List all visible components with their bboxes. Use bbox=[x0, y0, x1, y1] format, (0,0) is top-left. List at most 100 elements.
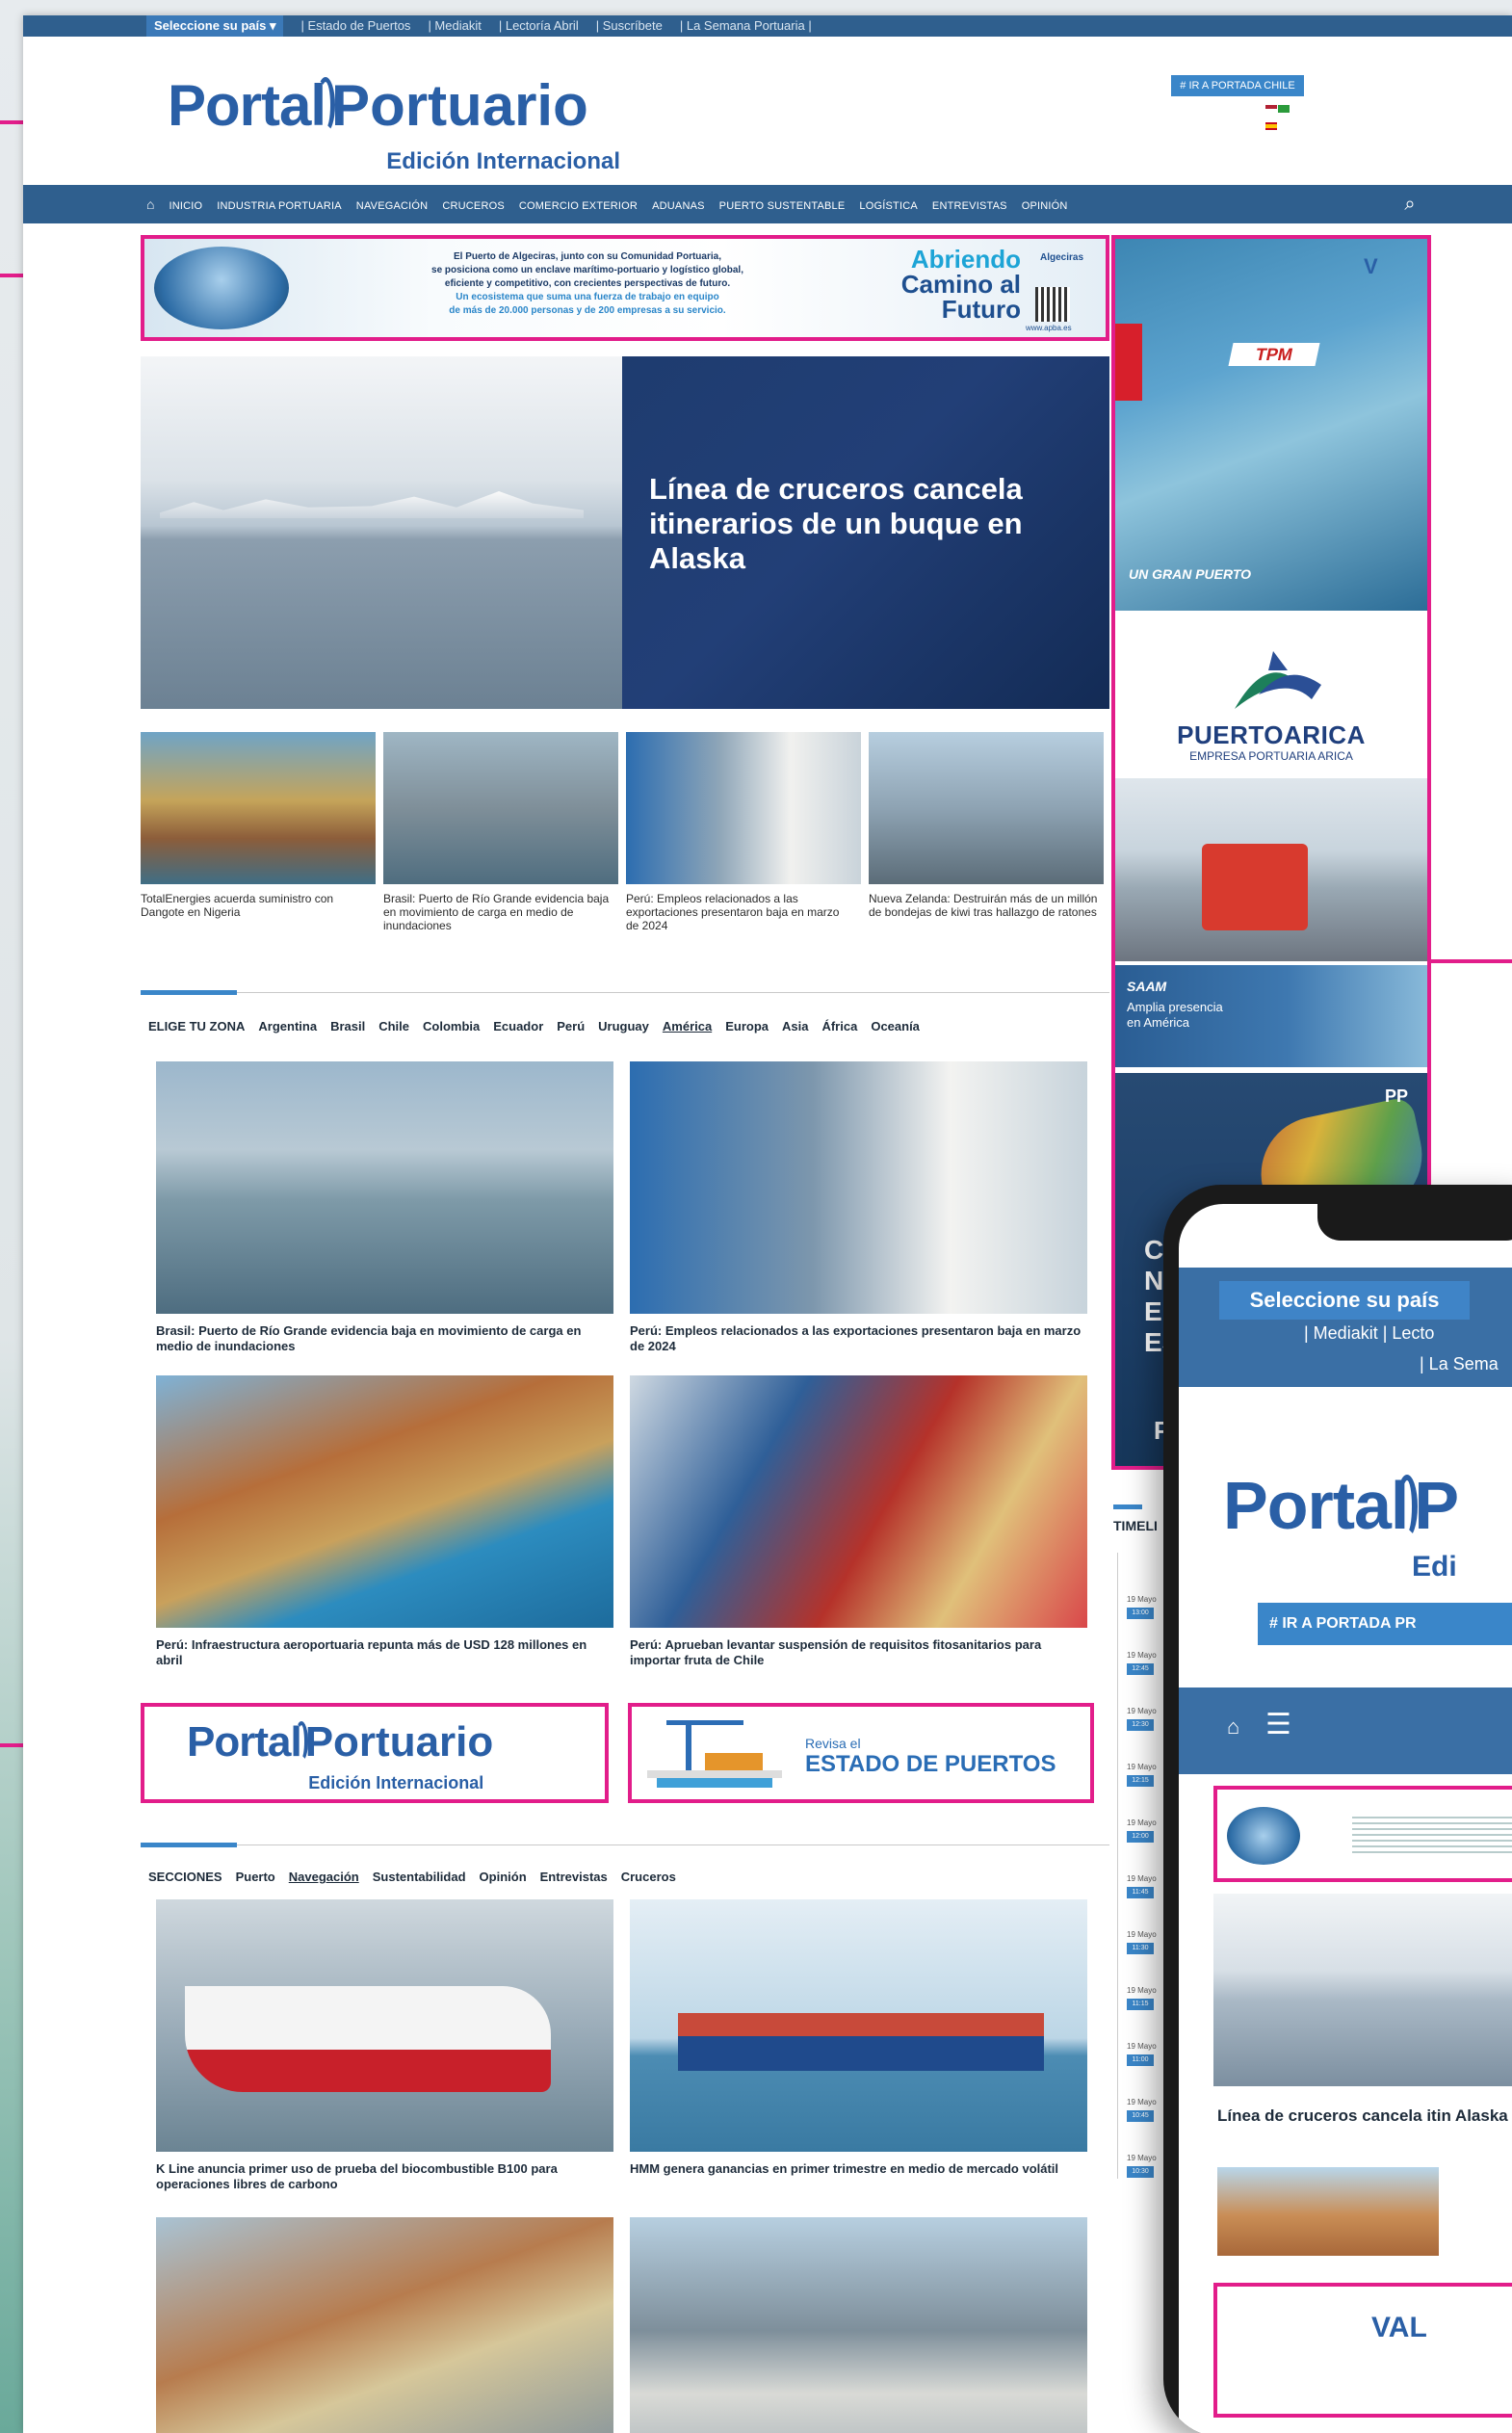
section-article[interactable]: K Line anuncia primer uso de prueba del … bbox=[156, 1899, 613, 2192]
zone-article[interactable]: Perú: Empleos relacionados a las exporta… bbox=[630, 1061, 1087, 1354]
flag-us-icon[interactable] bbox=[1265, 105, 1277, 113]
country-select[interactable]: Seleccione su país ▾ bbox=[146, 15, 284, 37]
nav-puerto-sustentable[interactable]: PUERTO SUSTENTABLE bbox=[719, 200, 846, 212]
tpm-ad[interactable]: TPM V UN GRAN PUERTO bbox=[1115, 239, 1427, 611]
toplink-suscribete[interactable]: | Suscríbete bbox=[596, 18, 663, 33]
nav-cruceros[interactable]: CRUCEROS bbox=[442, 200, 505, 212]
section-tab[interactable]: Entrevistas bbox=[540, 1870, 608, 1884]
phone-bottom-ad[interactable]: VAL bbox=[1213, 2283, 1512, 2418]
zone-tab[interactable]: Chile bbox=[378, 1019, 409, 1033]
top-banner-ad[interactable]: El Puerto de Algeciras, junto con su Com… bbox=[141, 235, 1109, 341]
nav-opinion[interactable]: OPINIÓN bbox=[1022, 200, 1068, 212]
zone-tab[interactable]: Colombia bbox=[423, 1019, 480, 1033]
section-tab[interactable]: Cruceros bbox=[621, 1870, 676, 1884]
phone-screen: Seleccione su país | Mediakit | Lecto | … bbox=[1179, 1204, 1512, 2433]
nav-entrevistas[interactable]: ENTREVISTAS bbox=[932, 200, 1007, 212]
section-tab[interactable]: Puerto bbox=[236, 1870, 275, 1884]
nav-aduanas[interactable]: ADUANAS bbox=[652, 200, 705, 212]
section-tab-active[interactable]: Navegación bbox=[289, 1870, 359, 1884]
thumb-image bbox=[626, 732, 861, 884]
zone-tab[interactable]: Perú bbox=[557, 1019, 585, 1033]
zone-tabs: ELIGE TU ZONA Argentina Brasil Chile Colombi… bbox=[148, 1019, 933, 1033]
phone-thumb-image[interactable] bbox=[1217, 2167, 1439, 2256]
timeline-item[interactable]: 19 Mayo 13:00 bbox=[1127, 1595, 1165, 1619]
thumb-article[interactable]: Brasil: Puerto de Río Grande evidencia b… bbox=[383, 732, 618, 932]
section-tab[interactable]: Opinión bbox=[480, 1870, 527, 1884]
timeline-item[interactable]: 19 Mayo 12:30 bbox=[1127, 1707, 1165, 1731]
site-logo[interactable]: Portal Portuario Edición Internacional bbox=[168, 75, 649, 181]
zone-tab[interactable]: África bbox=[821, 1019, 857, 1033]
article-caption: HMM genera ganancias en primer trimestre… bbox=[630, 2161, 1059, 2176]
timeline-item[interactable]: 19 Mayo 10:30 bbox=[1127, 2154, 1165, 2178]
estado-puertos-ad[interactable]: Revisa el ESTADO DE PUERTOS bbox=[628, 1703, 1094, 1803]
toplink-estado[interactable]: | Estado de Puertos bbox=[300, 18, 410, 33]
ad-text: El Puerto de Algeciras, junto con su Com… bbox=[318, 250, 857, 318]
timeline-item[interactable]: 19 Mayo 11:30 bbox=[1127, 1930, 1165, 1954]
timeline-item[interactable]: 19 Mayo 12:15 bbox=[1127, 1763, 1165, 1787]
thumb-image bbox=[141, 732, 376, 884]
toplink-lectoria[interactable]: | Lectoría Abril bbox=[499, 18, 579, 33]
zone-article[interactable]: Perú: Aprueban levantar suspensión de re… bbox=[630, 1375, 1087, 1668]
phone-topbar: Seleccione su país | Mediakit | Lecto | … bbox=[1179, 1268, 1512, 1387]
thumb-article[interactable]: Nueva Zelanda: Destruirán más de un mill… bbox=[869, 732, 1104, 919]
phone-hero-image[interactable] bbox=[1213, 1894, 1512, 2086]
zone-tab[interactable]: Asia bbox=[782, 1019, 808, 1033]
zone-tab[interactable]: Uruguay bbox=[598, 1019, 649, 1033]
search-icon[interactable]: ⌕ bbox=[1391, 185, 1429, 223]
arica-ad[interactable]: PUERTOARICA EMPRESA PORTUARIA ARICA bbox=[1115, 613, 1427, 961]
toplink-mediakit[interactable]: | Mediakit bbox=[428, 18, 481, 33]
timeline-item[interactable]: 19 Mayo 12:45 bbox=[1127, 1651, 1165, 1675]
thumb-row: TotalEnergies acuerda suministro con Dan… bbox=[141, 732, 1109, 963]
thumb-article[interactable]: TotalEnergies acuerda suministro con Dan… bbox=[141, 732, 376, 919]
flag-es-icon[interactable] bbox=[1265, 122, 1277, 130]
home-icon[interactable]: ⌂ bbox=[146, 196, 154, 212]
hero-article[interactable]: Línea de cruceros cancela itinerarios de… bbox=[141, 356, 1109, 709]
home-icon[interactable]: ⌂ bbox=[1227, 1714, 1239, 1740]
phone-links[interactable]: | Mediakit | Lecto bbox=[1304, 1323, 1434, 1344]
language-flags[interactable] bbox=[1265, 100, 1302, 130]
nav-navegacion[interactable]: NAVEGACIÓN bbox=[356, 200, 429, 212]
nav-comercio[interactable]: COMERCIO EXTERIOR bbox=[519, 200, 638, 212]
section-article[interactable] bbox=[630, 2217, 1087, 2433]
timeline-item[interactable]: 19 Mayo 11:00 bbox=[1127, 2042, 1165, 2066]
zone-tab[interactable]: Argentina bbox=[258, 1019, 317, 1033]
section-article[interactable]: HMM genera ganancias en primer trimestre… bbox=[630, 1899, 1087, 2177]
nav-logistica[interactable]: LOGÍSTICA bbox=[859, 200, 917, 212]
toplink-semana[interactable]: | La Semana Portuaria | bbox=[680, 18, 812, 33]
ad-line: de más de 20.000 personas y de 200 empre… bbox=[449, 305, 726, 316]
timeline-item[interactable]: 19 Mayo 12:00 bbox=[1127, 1818, 1165, 1843]
nav-inicio[interactable]: INICIO bbox=[169, 200, 202, 212]
section-tab[interactable]: Sustentabilidad bbox=[373, 1870, 466, 1884]
nav-industria[interactable]: INDUSTRIA PORTUARIA bbox=[217, 200, 342, 212]
logo-subtitle: Edición Internacional bbox=[386, 148, 620, 174]
thumb-article[interactable]: Perú: Empleos relacionados a las exporta… bbox=[626, 732, 861, 932]
zone-article[interactable]: Perú: Infraestructura aeroportuaria repu… bbox=[156, 1375, 613, 1668]
zone-tab[interactable]: Ecuador bbox=[493, 1019, 543, 1033]
timeline-time: 12:15 bbox=[1127, 1775, 1154, 1787]
phone-portada-button[interactable]: # IR A PORTADA PR bbox=[1258, 1603, 1512, 1645]
timeline-item[interactable]: 19 Mayo 10:45 bbox=[1127, 2098, 1165, 2122]
callout-line-header bbox=[0, 120, 23, 124]
flag-br-icon[interactable] bbox=[1278, 105, 1290, 113]
zone-tab-active[interactable]: América bbox=[663, 1019, 712, 1033]
zone-tab[interactable]: Brasil bbox=[330, 1019, 365, 1033]
timeline-date: 19 Mayo bbox=[1127, 2154, 1157, 2162]
section-article[interactable] bbox=[156, 2217, 613, 2433]
zone-tab[interactable]: Oceanía bbox=[871, 1019, 920, 1033]
ad-line: Un ecosistema que suma una fuerza de tra… bbox=[456, 292, 719, 302]
timeline-item[interactable]: 19 Mayo 11:45 bbox=[1127, 1874, 1165, 1898]
saam-ad[interactable]: SAAM Amplia presencia en América bbox=[1115, 965, 1427, 1067]
zone-tab[interactable]: Europa bbox=[725, 1019, 769, 1033]
portal-logo-ad[interactable]: PortalPortuario Edición Internacional bbox=[141, 1703, 609, 1803]
zone-article[interactable]: Brasil: Puerto de Río Grande evidencia b… bbox=[156, 1061, 613, 1354]
top-bar: Seleccione su país ▾ | Estado de Puertos |… bbox=[23, 15, 1512, 37]
phone-links[interactable]: | La Sema bbox=[1420, 1354, 1499, 1374]
portada-chile-button[interactable]: # IR A PORTADA CHILE bbox=[1171, 75, 1304, 96]
phone-ad[interactable] bbox=[1213, 1786, 1512, 1882]
phone-hero-caption[interactable]: Línea de cruceros cancela itin Alaska bbox=[1217, 2106, 1512, 2127]
phone-country-select[interactable]: Seleccione su país bbox=[1219, 1281, 1470, 1320]
hamburger-icon[interactable]: ☰ bbox=[1265, 1711, 1291, 1740]
timeline-item[interactable]: 19 Mayo 11:15 bbox=[1127, 1986, 1165, 2010]
phone-logo[interactable]: PortalP Edi bbox=[1223, 1470, 1512, 1583]
hero-title[interactable]: Línea de cruceros cancela itinerarios de… bbox=[649, 472, 1102, 576]
